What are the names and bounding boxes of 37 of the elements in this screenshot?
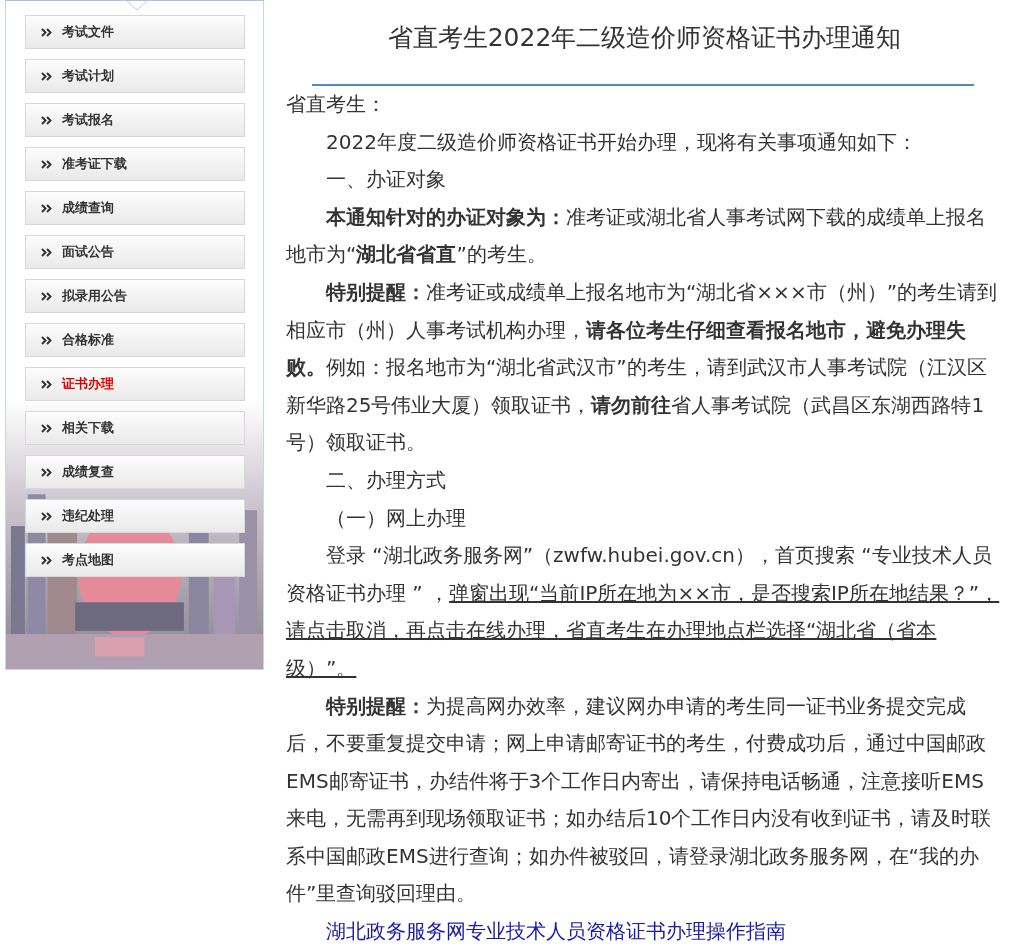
sidebar-item[interactable]: 面试公告 bbox=[25, 235, 245, 269]
double-chevron-icon bbox=[41, 71, 52, 81]
double-chevron-icon bbox=[41, 467, 52, 477]
double-chevron-icon bbox=[41, 379, 52, 389]
sidebar-item[interactable]: 考点地图 bbox=[25, 543, 245, 577]
sidebar-item[interactable]: 违纪处理 bbox=[25, 499, 245, 533]
paragraph: 登录 “湖北政务服务网”（zwfw.hubei.gov.cn），首页搜索 “专业技术人员资格证书办理 ” ，弹窗出现“当前IP所在地为××市，是否搜索IP所在地结果？”，请点击取消，再点击在线办理，省直考生在办理地点栏选择“湖北省（省本级）”。 bbox=[286, 542, 1001, 682]
double-chevron-icon bbox=[41, 159, 52, 169]
sidebar-item[interactable]: 考试报名 bbox=[25, 103, 245, 137]
double-chevron-icon bbox=[41, 423, 52, 433]
sidebar-item[interactable]: 证书办理 bbox=[25, 367, 245, 401]
paragraph: 2022年度二级造价师资格证书开始办理，现将有关事项通知如下： bbox=[325, 128, 918, 156]
double-chevron-icon bbox=[41, 511, 52, 521]
sidebar-item[interactable]: 相关下载 bbox=[25, 411, 245, 445]
paragraph: 特别提醒：为提高网办效率，建议网办申请的考生同一证书业务提交完成后，不要重复提交申请；网上申请邮寄证书的考生，付费成功后，通过中国邮政EMS邮寄证书，办结件将于3个工作日内寄出，请保持电话畅通，注意接听EMS来电，无需再到现场领取证书；如办结后10个工作日内没有收到证书，请及时联系中国邮政EMS进行查询；如办件被驳回，请登录湖北政务服务网，在“我的办件”里查询驳回理由。 bbox=[286, 692, 993, 908]
sidebar-item[interactable]: 成绩复查 bbox=[25, 455, 245, 489]
sidebar-item[interactable]: 拟录用公告 bbox=[25, 279, 245, 313]
sidebar-item[interactable]: 考试计划 bbox=[25, 59, 245, 93]
double-chevron-icon bbox=[41, 27, 52, 37]
double-chevron-icon bbox=[41, 291, 52, 301]
guide-link[interactable]: 湖北政务服务网专业技术人员资格证书办理操作指南 bbox=[326, 919, 786, 944]
double-chevron-icon bbox=[41, 555, 52, 565]
double-chevron-icon bbox=[41, 203, 52, 213]
sidebar-item[interactable]: 合格标准 bbox=[25, 323, 245, 357]
article-title: 省直考生2022年二级造价师资格证书办理通知 bbox=[386, 22, 903, 54]
double-chevron-icon bbox=[41, 115, 52, 125]
paragraph: （一）网上办理 bbox=[325, 504, 467, 532]
sidebar-item[interactable]: 准考证下载 bbox=[25, 147, 245, 181]
sidebar-item[interactable]: 成绩查询 bbox=[25, 191, 245, 225]
double-chevron-icon bbox=[41, 335, 52, 345]
paragraph: 二、办理方式 bbox=[325, 466, 447, 494]
double-chevron-icon bbox=[41, 247, 52, 257]
paragraph: 本通知针对的办证对象为：准考证或湖北省人事考试网下载的成绩单上报名地市为“湖北省省直”的考生。 bbox=[286, 203, 987, 269]
sidebar-item[interactable]: 考试文件 bbox=[25, 15, 245, 49]
paragraph: 省直考生： bbox=[286, 91, 387, 118]
paragraph: 特别提醒：准考证或成绩单上报名地市为“湖北省×××市（州）”的考生请到相应市（州）人事考试机构办理，请各位考生仔细查看报名地市，避免办理失败。例如：报名地市为“湖北省武汉市”的考生，请到武汉市人事考试院（江汉区新华路25号伟业大厦）领取证书，请勿前往省人事考试院（武昌区东湖西路特1号）领取证书。 bbox=[286, 278, 998, 457]
paragraph: 一、办证对象 bbox=[325, 166, 447, 194]
